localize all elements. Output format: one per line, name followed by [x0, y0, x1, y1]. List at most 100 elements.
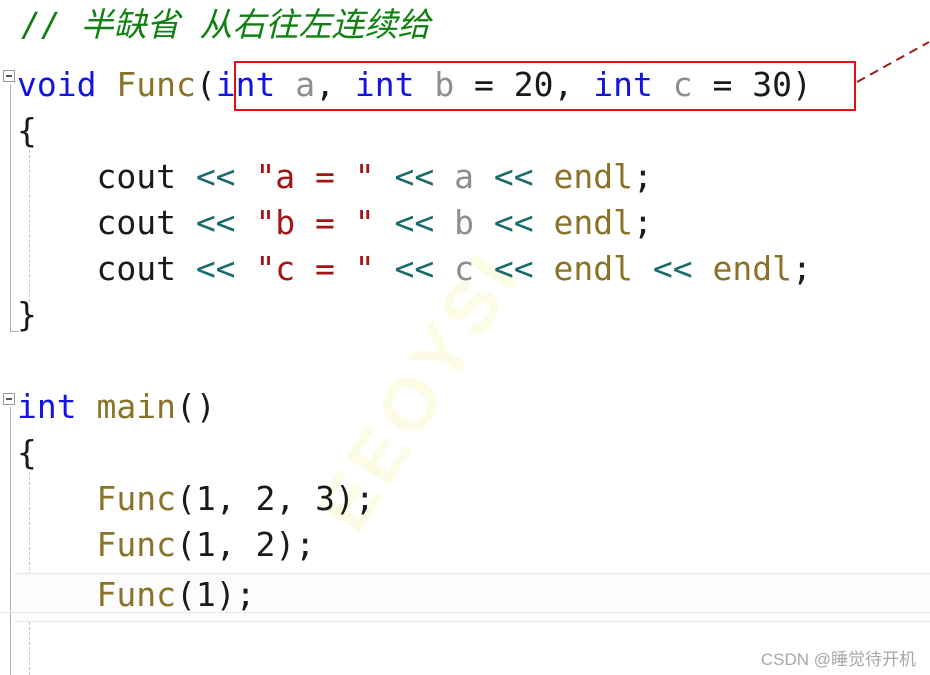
code-token: ( — [175, 575, 196, 614]
code-token: "c = " — [255, 249, 375, 288]
code-token: 20 — [513, 65, 554, 104]
code-token: Func — [116, 65, 196, 104]
code-token: ) — [792, 65, 812, 104]
code-line-11[interactable]: Func(1, 2, 3); — [17, 476, 930, 522]
code-line-5[interactable]: cout << "b = " << b << endl; — [17, 200, 930, 246]
code-token: // 半缺省 从右往左连续给 — [21, 5, 431, 44]
csdn-watermark: CSDN @睡觉待开机 — [760, 650, 916, 669]
code-token: Func — [96, 575, 176, 614]
code-line-6[interactable]: cout << "c = " << c << endl << endl; — [17, 246, 930, 292]
code-token: 2 — [255, 479, 276, 518]
code-line-2[interactable]: void Func(int a, int b = 20, int c = 30) — [17, 62, 930, 108]
code-line-10[interactable]: { — [17, 430, 930, 476]
code-token: endl — [712, 249, 792, 288]
code-token: "b = " — [255, 203, 375, 242]
code-token: } — [17, 295, 37, 334]
code-token: 1 — [195, 525, 216, 564]
code-token: b — [434, 65, 455, 104]
code-token: endl — [553, 157, 634, 196]
code-line-4[interactable]: cout << "a = " << a << endl; — [17, 154, 930, 200]
code-token: , — [553, 65, 594, 104]
code-token: ); — [215, 575, 256, 614]
code-token: , — [275, 479, 316, 518]
code-token: << — [195, 157, 236, 196]
code-token: endl — [553, 203, 634, 242]
code-token: main — [96, 387, 176, 426]
code-token: << — [394, 157, 435, 196]
code-token: ; — [792, 249, 812, 288]
code-token: , — [215, 525, 256, 564]
code-token: << — [195, 203, 236, 242]
code-token: "a = " — [255, 157, 375, 196]
code-block-guide-main — [10, 407, 11, 675]
code-token: = — [692, 65, 753, 104]
code-token: << — [493, 157, 534, 196]
collapse-box-main[interactable] — [3, 393, 15, 405]
code-token: int — [354, 65, 415, 104]
code-token: int — [593, 65, 653, 104]
code-token: << — [394, 249, 435, 288]
code-token: ; — [633, 157, 653, 196]
code-token: a — [295, 65, 316, 104]
code-token: cout — [17, 203, 196, 242]
code-line-8[interactable] — [17, 338, 930, 384]
code-token: { — [17, 433, 37, 472]
screenshot-root: EEOYSI // 半缺省 从右往左连续给 void Func(int a, i… — [0, 0, 930, 675]
code-token: << — [493, 249, 534, 288]
code-line-9[interactable]: int main() — [17, 384, 930, 430]
code-token: 1 — [195, 575, 216, 614]
code-line-1[interactable]: // 半缺省 从右往左连续给 — [21, 2, 930, 48]
code-token: c — [454, 249, 475, 288]
code-line-12[interactable]: Func(1, 2); — [17, 522, 930, 568]
code-token: = — [454, 65, 514, 104]
collapse-box-func[interactable] — [3, 70, 15, 82]
code-token: Func — [96, 525, 176, 564]
code-token: ( — [175, 525, 196, 564]
code-token: 30 — [752, 65, 793, 104]
code-token: a — [454, 157, 475, 196]
code-token: , — [315, 65, 355, 104]
code-token: 1 — [195, 479, 216, 518]
code-token: ); — [275, 525, 316, 564]
code-token: , — [215, 479, 256, 518]
code-line-7[interactable]: } — [17, 292, 930, 338]
code-token: int — [215, 65, 276, 104]
code-token: int — [17, 387, 77, 426]
code-token: () — [175, 387, 216, 426]
code-token: ; — [633, 203, 653, 242]
code-token: cout — [17, 157, 196, 196]
code-token: ( — [175, 479, 196, 518]
code-token: b — [454, 203, 475, 242]
code-token: endl — [553, 249, 634, 288]
code-token: 3 — [315, 479, 335, 518]
code-line-3[interactable]: { — [17, 108, 930, 154]
code-token: Func — [96, 479, 176, 518]
code-token: void — [17, 65, 97, 104]
code-token: << — [394, 203, 435, 242]
footer-divider — [0, 612, 930, 613]
code-token: << — [195, 249, 236, 288]
code-token: ( — [195, 65, 216, 104]
